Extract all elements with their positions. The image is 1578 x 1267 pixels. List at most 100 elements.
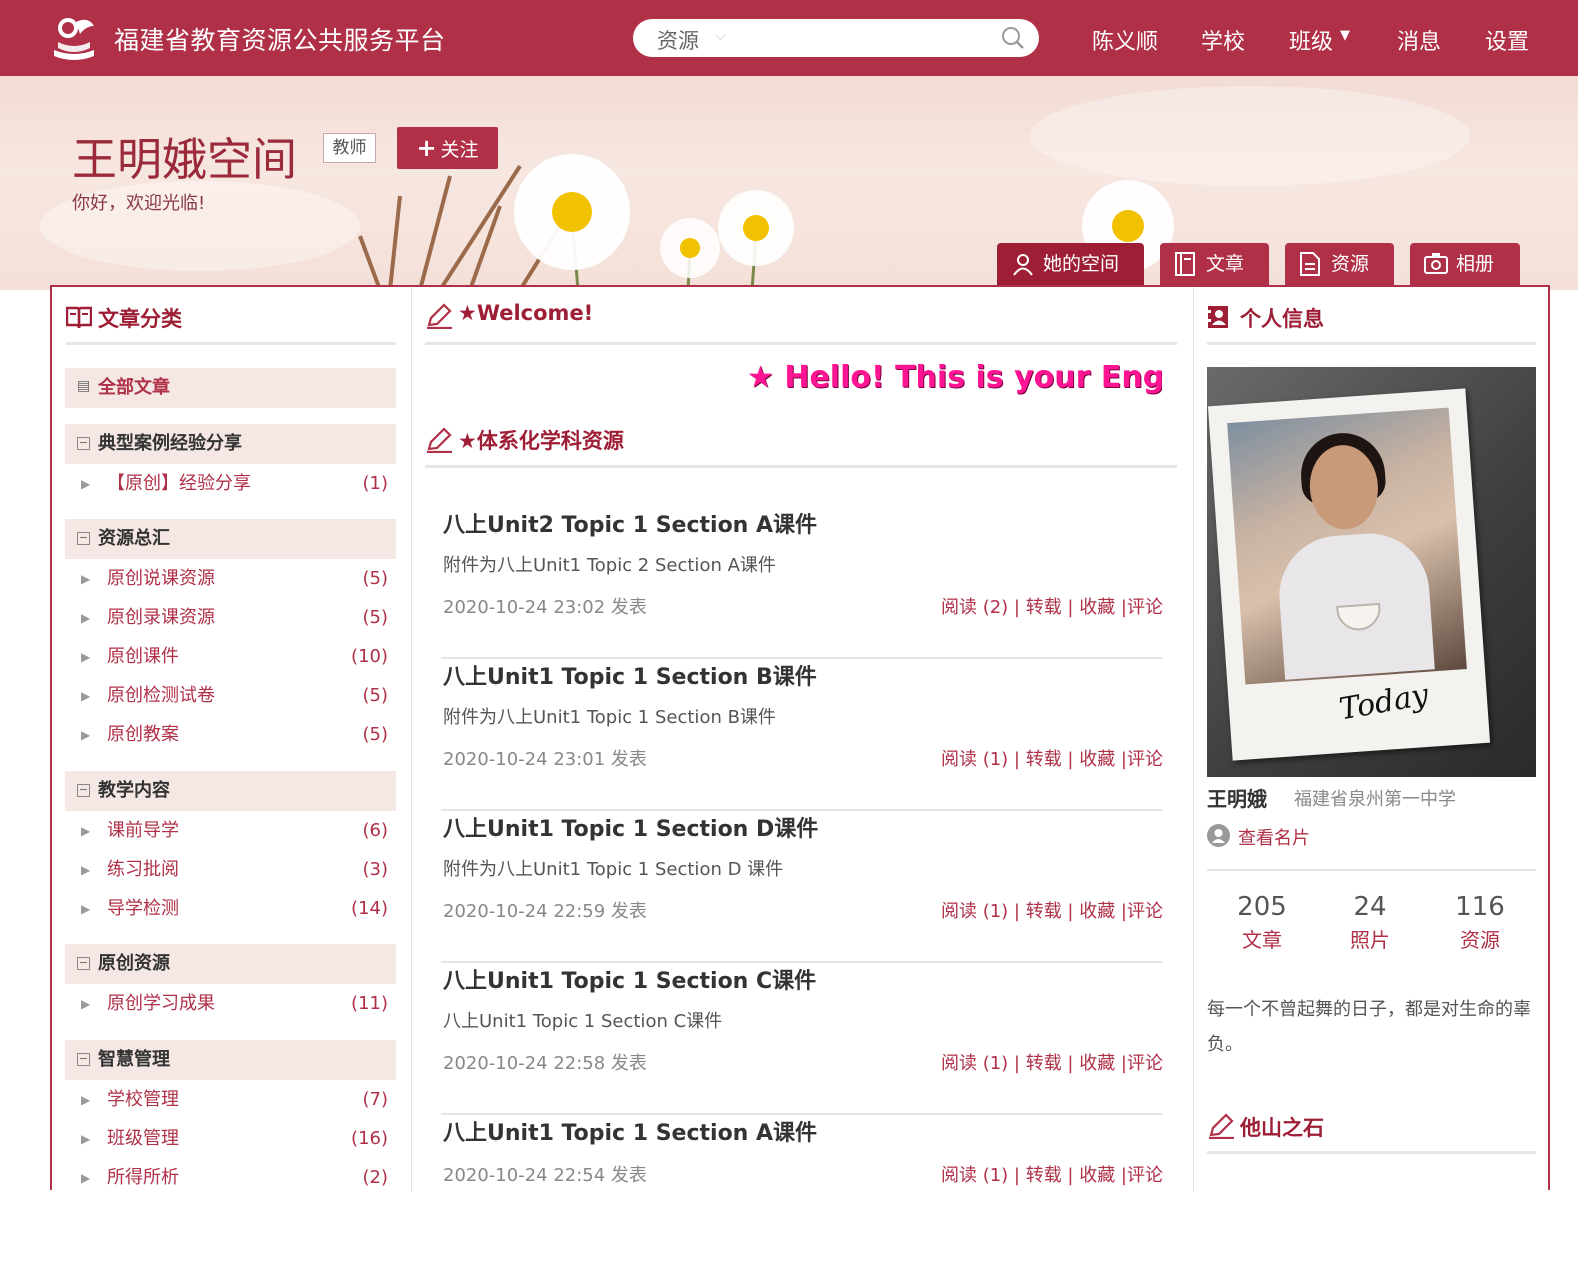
chevron-down-icon[interactable]: ⌵ bbox=[715, 28, 726, 44]
category-group-header[interactable]: − 原创资源 bbox=[65, 944, 396, 984]
category-item-label: 原创教案 bbox=[107, 724, 179, 745]
arrow-right-icon: ▶ bbox=[81, 572, 91, 586]
arrow-right-icon: ▶ bbox=[81, 824, 91, 838]
article-actions[interactable]: 阅读 (2) | 转载 | 收藏 |评论 bbox=[941, 593, 1163, 619]
tab-her-space[interactable]: 她的空间 bbox=[997, 243, 1144, 285]
all-articles-link[interactable]: ▤ 全部文章 bbox=[65, 368, 396, 408]
article-title[interactable]: 八上Unit1 Topic 1 Section D课件 bbox=[443, 811, 818, 843]
platform-logo[interactable] bbox=[48, 12, 100, 64]
nav-user[interactable]: 陈义顺 bbox=[1092, 24, 1158, 56]
article-actions[interactable]: 阅读 (1) | 转载 | 收藏 |评论 bbox=[941, 1049, 1163, 1075]
polaroid-frame: Today bbox=[1207, 388, 1491, 761]
category-item[interactable]: ▶ 原创学习成果 (11) bbox=[65, 989, 396, 1019]
user-school: 福建省泉州第一中学 bbox=[1294, 789, 1456, 810]
article-summary: 附件为八上Unit1 Topic 2 Section A课件 bbox=[443, 555, 776, 576]
category-group-header[interactable]: − 智慧管理 bbox=[65, 1040, 396, 1080]
category-item[interactable]: ▶ 原创教案 (5) bbox=[65, 720, 396, 750]
category-item-label: 班级管理 bbox=[107, 1128, 179, 1149]
category-group-name: 原创资源 bbox=[98, 953, 170, 974]
column-divider bbox=[411, 287, 412, 1192]
category-group-header[interactable]: − 教学内容 bbox=[65, 771, 396, 811]
article-title[interactable]: 八上Unit1 Topic 1 Section C课件 bbox=[443, 963, 816, 995]
article-time: 2020-10-24 22:54 发表 bbox=[443, 1165, 647, 1186]
search-input[interactable]: 资源 ⌵ bbox=[633, 19, 1039, 57]
category-item[interactable]: ▶ 所得所析 (2) bbox=[65, 1163, 396, 1193]
tab-label: 相册 bbox=[1456, 253, 1495, 275]
notebook-icon bbox=[1175, 252, 1195, 276]
article-actions[interactable]: 阅读 (1) | 转载 | 收藏 |评论 bbox=[941, 1161, 1163, 1187]
category-item[interactable]: ▶ 班级管理 (16) bbox=[65, 1124, 396, 1154]
stat-number: 205 bbox=[1237, 892, 1287, 922]
user-icon bbox=[1013, 254, 1033, 276]
article-time: 2020-10-24 22:58 发表 bbox=[443, 1053, 647, 1074]
arrow-right-icon: ▶ bbox=[81, 728, 91, 742]
category-item[interactable]: ▶ 原创录课资源 (5) bbox=[65, 603, 396, 633]
category-item-label: 所得所析 bbox=[107, 1167, 179, 1188]
stat-photos[interactable]: 24 照片 bbox=[1325, 892, 1415, 953]
site-title[interactable]: 福建省教育资源公共服务平台 bbox=[114, 21, 446, 57]
tab-album[interactable]: 相册 bbox=[1410, 243, 1520, 285]
nav-settings[interactable]: 设置 bbox=[1485, 24, 1529, 56]
category-item-count: (5) bbox=[362, 607, 389, 628]
category-item-count: (10) bbox=[351, 646, 388, 667]
stat-resources[interactable]: 116 资源 bbox=[1435, 892, 1525, 953]
category-group-name: 典型案例经验分享 bbox=[98, 433, 242, 454]
section-divider bbox=[425, 342, 1177, 345]
category-item-count: (2) bbox=[362, 1167, 389, 1188]
article-item: 八上Unit1 Topic 1 Section B课件 附件为八上Unit1 T… bbox=[441, 659, 1163, 811]
person-icon[interactable] bbox=[1207, 824, 1230, 847]
nav-class[interactable]: 班级 bbox=[1289, 24, 1333, 56]
category-group-name: 资源总汇 bbox=[98, 528, 170, 549]
view-card-link[interactable]: 查看名片 bbox=[1238, 824, 1310, 850]
search-scope-select[interactable]: 资源 bbox=[657, 25, 699, 55]
category-item-label: 原创说课资源 bbox=[107, 568, 215, 589]
caret-down-icon[interactable]: ▼ bbox=[1340, 28, 1350, 43]
personal-motto: 每一个不曾起舞的日子，都是对生命的辜负。 bbox=[1207, 999, 1531, 1055]
article-actions[interactable]: 阅读 (1) | 转载 | 收藏 |评论 bbox=[941, 897, 1163, 923]
article-title[interactable]: 八上Unit2 Topic 1 Section A课件 bbox=[443, 507, 817, 539]
tab-resources[interactable]: 资源 bbox=[1285, 243, 1394, 285]
section-divider bbox=[1207, 342, 1536, 345]
collapse-icon[interactable]: − bbox=[77, 957, 90, 970]
category-item[interactable]: ▶ 学校管理 (7) bbox=[65, 1085, 396, 1115]
category-item[interactable]: ▶ 原创课件 (10) bbox=[65, 642, 396, 672]
article-time: 2020-10-24 23:02 发表 bbox=[443, 597, 647, 618]
category-item[interactable]: ▶ 课前导学 (6) bbox=[65, 816, 396, 846]
category-item[interactable]: ▶ 练习批阅 (3) bbox=[65, 855, 396, 885]
stat-label: 照片 bbox=[1350, 928, 1390, 952]
category-section-title: 文章分类 bbox=[98, 307, 182, 331]
article-title[interactable]: 八上Unit1 Topic 1 Section B课件 bbox=[443, 659, 817, 691]
category-item[interactable]: ▶ 原创说课资源 (5) bbox=[65, 564, 396, 594]
collapse-icon[interactable]: − bbox=[77, 1053, 90, 1066]
category-item-count: (5) bbox=[362, 568, 389, 589]
category-item[interactable]: ▶ 原创检测试卷 (5) bbox=[65, 681, 396, 711]
category-group-header[interactable]: − 典型案例经验分享 bbox=[65, 424, 396, 464]
list-icon: ▤ bbox=[77, 378, 91, 394]
tab-articles[interactable]: 文章 bbox=[1160, 243, 1269, 285]
nav-school[interactable]: 学校 bbox=[1201, 24, 1245, 56]
top-navbar: 福建省教育资源公共服务平台 资源 ⌵ 陈义顺 学校 班级 ▼ 消息 设置 bbox=[0, 0, 1578, 76]
collapse-icon[interactable]: − bbox=[77, 784, 90, 797]
category-group-header[interactable]: − 资源总汇 bbox=[65, 519, 396, 559]
category-item-label: 原创学习成果 bbox=[107, 993, 215, 1014]
profile-photo[interactable]: Today bbox=[1207, 367, 1536, 777]
stat-articles[interactable]: 205 文章 bbox=[1217, 892, 1307, 953]
category-item[interactable]: ▶ 导学检测 (14) bbox=[65, 894, 396, 924]
section-divider bbox=[1207, 869, 1536, 871]
camera-icon bbox=[1424, 253, 1448, 274]
collapse-icon[interactable]: − bbox=[77, 532, 90, 545]
profile-card-icon bbox=[1207, 306, 1228, 328]
section-divider bbox=[66, 342, 396, 345]
search-icon[interactable] bbox=[1001, 26, 1025, 50]
category-item[interactable]: ▶ 【原创】经验分享 (1) bbox=[65, 469, 396, 499]
collapse-icon[interactable]: − bbox=[77, 437, 90, 450]
article-actions[interactable]: 阅读 (1) | 转载 | 收藏 |评论 bbox=[941, 745, 1163, 771]
nav-messages[interactable]: 消息 bbox=[1397, 24, 1441, 56]
category-item-count: (5) bbox=[362, 685, 389, 706]
arrow-right-icon: ▶ bbox=[81, 611, 91, 625]
plus-icon: + bbox=[416, 134, 437, 162]
article-title[interactable]: 八上Unit1 Topic 1 Section A课件 bbox=[443, 1115, 817, 1147]
follow-button[interactable]: + 关注 bbox=[397, 127, 498, 169]
article-summary: 附件为八上Unit1 Topic 1 Section D 课件 bbox=[443, 859, 784, 880]
edit-icon bbox=[427, 303, 452, 329]
